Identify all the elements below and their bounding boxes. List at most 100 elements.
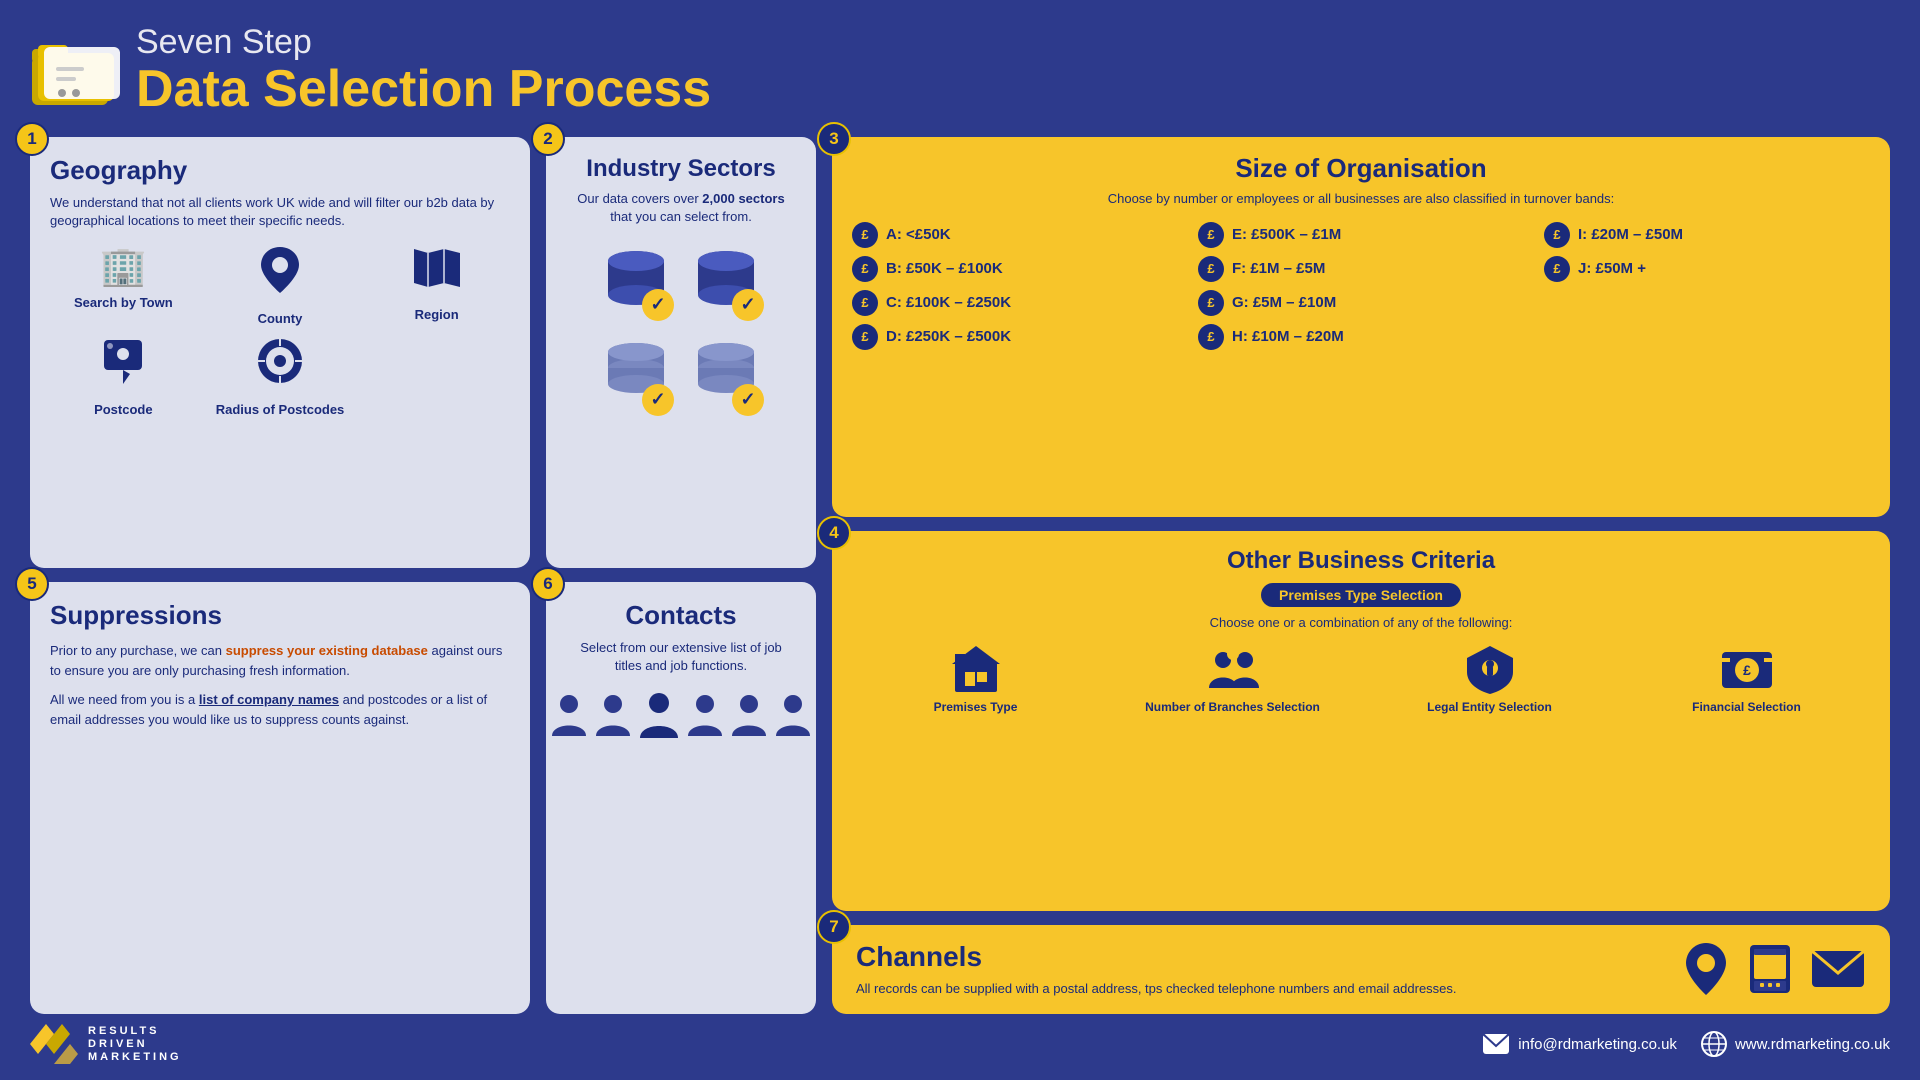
band-j: £ J: £50M + xyxy=(1544,256,1870,282)
building-icon: 🏢 xyxy=(100,245,147,289)
db-icon-1: ✓ xyxy=(596,243,676,328)
step3-title: Size of Organisation xyxy=(852,153,1870,184)
email-channel-icon xyxy=(1810,947,1866,991)
geo-radius: Radius of Postcodes xyxy=(207,336,354,417)
band-b: £ B: £50K – £100K xyxy=(852,256,1178,282)
step2-badge: 2 xyxy=(531,122,565,156)
header-line2: Data Selection Process xyxy=(136,61,711,118)
criteria-legal: Legal Entity Selection xyxy=(1366,644,1613,714)
step4-business-criteria: 4 Other Business Criteria Premises Type … xyxy=(832,531,1890,911)
pound-icon-g: £ xyxy=(1198,290,1224,316)
band-g: £ G: £5M – £10M xyxy=(1198,290,1524,316)
pound-icon-h: £ xyxy=(1198,324,1224,350)
criteria-premises-label: Premises Type xyxy=(934,700,1018,714)
svg-text:✓: ✓ xyxy=(650,294,665,314)
step3-size: 3 Size of Organisation Choose by number … xyxy=(832,137,1890,517)
step5-suppressions: 5 Suppressions Prior to any purchase, we… xyxy=(30,582,530,1014)
main-content: 1 Geography We understand that not all c… xyxy=(30,137,1890,1014)
geo-region: Region xyxy=(363,245,510,326)
svg-text:✓: ✓ xyxy=(740,389,755,409)
geo-icons-grid: 🏢 Search by Town County xyxy=(50,245,510,417)
legal-entity-icon xyxy=(1463,644,1517,694)
criteria-branches-label: Number of Branches Selection xyxy=(1145,700,1320,714)
database-icons-grid: ✓ ✓ xyxy=(596,243,766,423)
criteria-financial: £ Financial Selection xyxy=(1623,644,1870,714)
criteria-premises-type: Premises Type xyxy=(852,644,1099,714)
step1-badge: 1 xyxy=(15,122,49,156)
step5-para1: Prior to any purchase, we can suppress y… xyxy=(50,641,510,680)
logo-line-1: RESULTS xyxy=(88,1025,182,1037)
band-empty-2 xyxy=(1544,324,1870,350)
criteria-legal-label: Legal Entity Selection xyxy=(1427,700,1552,714)
company-names-highlight: list of company names xyxy=(199,692,339,707)
contact-person-icons xyxy=(550,690,812,740)
premises-type-badge: Premises Type Selection xyxy=(1261,583,1461,607)
folder-icon xyxy=(30,35,120,107)
middle-column: 2 Industry Sectors Our data covers over … xyxy=(546,137,816,1014)
footer-email: info@rdmarketing.co.uk xyxy=(1518,1036,1677,1053)
step7-title: Channels xyxy=(856,941,1652,973)
svg-text:✓: ✓ xyxy=(650,389,665,409)
band-a: £ A: <£50K xyxy=(852,222,1178,248)
band-i: £ I: £20M – £50M xyxy=(1544,222,1870,248)
step7-badge: 7 xyxy=(817,910,851,944)
step4-description: Choose one or a combination of any of th… xyxy=(852,615,1870,630)
logo-text-lines: RESULTS DRIVEN MARKETING xyxy=(88,1025,182,1063)
geo-county-label: County xyxy=(258,311,303,326)
footer-website-item: www.rdmarketing.co.uk xyxy=(1701,1031,1890,1057)
right-column: 3 Size of Organisation Choose by number … xyxy=(832,137,1890,1014)
premises-badge-container: Premises Type Selection xyxy=(852,583,1870,607)
location-channel-icon xyxy=(1682,941,1730,997)
footer-contact-info: info@rdmarketing.co.uk www.rdmarketing.c… xyxy=(1482,1031,1890,1057)
criteria-financial-label: Financial Selection xyxy=(1692,700,1801,714)
person-icon-4 xyxy=(686,692,724,738)
footer-globe-icon xyxy=(1701,1031,1727,1057)
step6-contacts: 6 Contacts Select from our extensive lis… xyxy=(546,582,816,1014)
person-icon-1 xyxy=(550,692,588,738)
logo-line-3: MARKETING xyxy=(88,1051,182,1063)
geo-county: County xyxy=(207,245,354,326)
band-j-label: J: £50M + xyxy=(1578,260,1646,277)
postcode-icon xyxy=(100,336,146,396)
geo-region-label: Region xyxy=(415,307,459,322)
svg-text:£: £ xyxy=(1743,662,1751,678)
step5-para2: All we need from you is a list of compan… xyxy=(50,690,510,729)
band-f: £ F: £1M – £5M xyxy=(1198,256,1524,282)
map-icon xyxy=(412,245,462,301)
rdm-brand: RESULTS DRIVEN MARKETING xyxy=(30,1024,182,1064)
page-wrapper: Seven Step Data Selection Process 1 Geog… xyxy=(0,0,1920,1080)
band-b-label: B: £50K – £100K xyxy=(886,260,1003,277)
business-criteria-icons: Premises Type Number of Branches Selecti… xyxy=(852,644,1870,714)
db-icon-3: ✓ xyxy=(596,338,676,423)
band-i-label: I: £20M – £50M xyxy=(1578,226,1683,243)
step1-title: Geography xyxy=(50,155,510,186)
header-text: Seven Step Data Selection Process xyxy=(136,24,711,119)
footer-website: www.rdmarketing.co.uk xyxy=(1735,1036,1890,1053)
location-pin-icon xyxy=(257,245,303,305)
step6-title: Contacts xyxy=(625,600,736,631)
step4-title: Other Business Criteria xyxy=(852,547,1870,575)
person-icon-6 xyxy=(774,692,812,738)
radius-icon xyxy=(255,336,305,396)
step5-badge: 5 xyxy=(15,567,49,601)
step2-industry: 2 Industry Sectors Our data covers over … xyxy=(546,137,816,569)
logo-line-2: DRIVEN xyxy=(88,1038,182,1050)
rdm-chevron-logo xyxy=(30,1024,78,1064)
financial-icon: £ xyxy=(1720,644,1774,694)
step2-title: Industry Sectors xyxy=(586,155,775,183)
band-g-label: G: £5M – £10M xyxy=(1232,294,1336,311)
step7-text: Channels All records can be supplied wit… xyxy=(856,941,1652,999)
footer-email-icon xyxy=(1482,1033,1510,1055)
svg-text:✓: ✓ xyxy=(740,294,755,314)
pound-icon-j: £ xyxy=(1544,256,1570,282)
pound-icon-e: £ xyxy=(1198,222,1224,248)
person-icon-5 xyxy=(730,692,768,738)
step7-description: All records can be supplied with a posta… xyxy=(856,979,1652,999)
footer-email-item: info@rdmarketing.co.uk xyxy=(1482,1033,1677,1055)
step5-title: Suppressions xyxy=(50,600,510,631)
band-c: £ C: £100K – £250K xyxy=(852,290,1178,316)
geo-search-by-town: 🏢 Search by Town xyxy=(50,245,197,326)
geo-radius-label: Radius of Postcodes xyxy=(216,402,345,417)
geo-postcode: Postcode xyxy=(50,336,197,417)
db-icon-4: ✓ xyxy=(686,338,766,423)
